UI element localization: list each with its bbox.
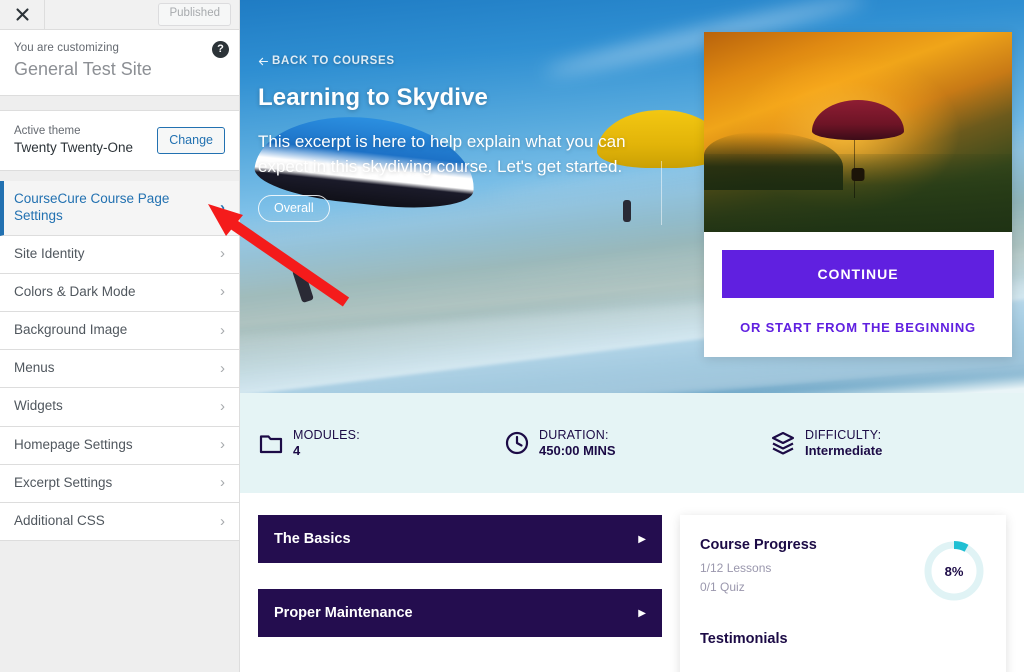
testimonials-title: Testimonials [700, 631, 788, 647]
chevron-right-icon: › [220, 359, 225, 377]
course-progress-card: Course Progress 1/12 Lessons 0/1 Quiz 8% [680, 515, 1006, 672]
progress-info: Course Progress 1/12 Lessons 0/1 Quiz [700, 537, 922, 594]
sidebar-item-label: Background Image [14, 322, 128, 338]
lessons-progress: 1/12 Lessons [700, 561, 772, 575]
stat-value: Intermediate [805, 442, 883, 458]
continue-button[interactable]: CONTINUE [722, 250, 994, 298]
sidebar-item-site-identity[interactable]: Site Identity › [0, 235, 239, 274]
stat-modules: MODULES: 4 [258, 427, 504, 460]
progress-ring: 8% [922, 539, 986, 603]
course-hero: BACK TO COURSES Learning to Skydive This… [240, 0, 1024, 393]
sidebar-item-label: Menus [14, 360, 55, 376]
chevron-right-icon: › [220, 199, 225, 217]
active-theme-text: Active theme Twenty Twenty-One [14, 124, 157, 158]
module-title: The Basics [274, 531, 351, 547]
stat-text: DIFFICULTY: Intermediate [805, 427, 882, 460]
course-featured-image [704, 32, 1012, 232]
sidebar-item-colors-dark-mode[interactable]: Colors & Dark Mode › [0, 273, 239, 313]
overall-badge[interactable]: Overall [258, 195, 330, 223]
course-lower-section: The Basics ▶ Proper Maintenance ▶ Course Pr… [240, 493, 1024, 672]
back-to-courses-link[interactable]: BACK TO COURSES [258, 55, 688, 67]
site-preview: BACK TO COURSES Learning to Skydive This… [240, 0, 1024, 672]
quiz-progress: 0/1 Quiz [700, 580, 745, 594]
stat-duration: DURATION: 450:00 MINS [504, 427, 770, 460]
chevron-right-icon: › [220, 398, 225, 416]
sidebar-item-label: Site Identity [14, 245, 85, 261]
progress-header: Course Progress 1/12 Lessons 0/1 Quiz 8% [700, 537, 986, 603]
sidebar-item-label: Excerpt Settings [14, 474, 113, 490]
stat-difficulty: DIFFICULTY: Intermediate [770, 427, 882, 460]
customizer-panel-list: CourseCure Course Page Settings › Site Ide… [0, 181, 239, 542]
stat-text: DURATION: 450:00 MINS [539, 427, 616, 460]
site-title: General Test Site [14, 59, 152, 79]
course-stats-bar: MODULES: 4 DURATION: 450:00 MINS DIFFICULTY:… [240, 393, 1024, 493]
sidebar-filler [0, 541, 239, 672]
sidebar-item-excerpt-settings[interactable]: Excerpt Settings › [0, 464, 239, 504]
progress-percent: 8% [944, 563, 964, 579]
customizer-app: Published You are customizing General Te… [0, 0, 1024, 672]
course-progress-title: Course Progress [700, 537, 817, 553]
chevron-right-icon: › [220, 283, 225, 301]
sidebar-gap-2 [0, 171, 239, 182]
publish-button[interactable]: Published [158, 3, 231, 26]
close-icon [15, 8, 29, 21]
active-theme-section: Active theme Twenty Twenty-One Change [0, 109, 239, 172]
module-list: The Basics ▶ Proper Maintenance ▶ [258, 515, 662, 672]
sidebar-item-label: Additional CSS [14, 513, 105, 529]
chevron-right-icon: › [220, 474, 225, 492]
chevron-right-icon: › [220, 245, 225, 263]
caret-right-icon: ▶ [638, 607, 646, 619]
arrow-left-icon [258, 57, 269, 65]
start-from-beginning-link[interactable]: OR START FROM THE BEGINNING [722, 320, 994, 335]
course-card-body: CONTINUE OR START FROM THE BEGINNING [704, 232, 1012, 357]
sidebar-item-additional-css[interactable]: Additional CSS › [0, 503, 239, 542]
active-theme-label: Active theme [14, 124, 81, 137]
sidebar-item-coursecure-course-page-settings[interactable]: CourseCure Course Page Settings › [0, 181, 239, 236]
sidebar-topbar: Published [0, 0, 239, 30]
help-icon[interactable]: ? [212, 41, 229, 58]
folder-icon [258, 430, 284, 456]
sidebar-item-label: Widgets [14, 398, 63, 414]
sidebar-item-background-image[interactable]: Background Image › [0, 312, 239, 351]
customizing-header: You are customizing General Test Site ? [0, 30, 239, 96]
course-excerpt: This excerpt is here to help explain wha… [258, 132, 626, 177]
customizing-label: You are customizing [14, 42, 120, 54]
stat-value: 450:00 MINS [539, 442, 616, 458]
customizer-sidebar: Published You are customizing General Te… [0, 0, 240, 672]
sidebar-item-label: Homepage Settings [14, 436, 133, 452]
clock-icon [504, 430, 530, 456]
stat-label: MODULES: [293, 427, 360, 442]
chevron-right-icon: › [220, 436, 225, 454]
sidebar-item-widgets[interactable]: Widgets › [0, 388, 239, 427]
sidebar-item-label: Colors & Dark Mode [14, 283, 136, 299]
module-row[interactable]: The Basics ▶ [258, 515, 662, 563]
stat-value: 4 [293, 442, 301, 458]
module-title: Proper Maintenance [274, 605, 413, 621]
sidebar-item-label: CourseCure Course Page Settings [14, 191, 170, 223]
paraglider-pilot [851, 168, 865, 181]
hero-content: BACK TO COURSES Learning to Skydive This… [258, 55, 688, 223]
layers-icon [770, 430, 796, 456]
sidebar-gap [0, 95, 239, 110]
close-customizer-button[interactable] [0, 0, 45, 29]
chevron-right-icon: › [220, 321, 225, 339]
caret-right-icon: ▶ [638, 533, 646, 545]
sidebar-item-menus[interactable]: Menus › [0, 350, 239, 389]
active-theme-name: Twenty Twenty-One [14, 140, 134, 156]
chevron-right-icon: › [220, 512, 225, 530]
back-to-courses-label: BACK TO COURSES [272, 55, 395, 67]
module-row[interactable]: Proper Maintenance ▶ [258, 589, 662, 637]
stat-text: MODULES: 4 [293, 427, 360, 460]
stat-label: DIFFICULTY: [805, 427, 882, 442]
course-title: Learning to Skydive [258, 84, 488, 111]
sidebar-item-homepage-settings[interactable]: Homepage Settings › [0, 426, 239, 465]
stat-label: DURATION: [539, 427, 609, 442]
change-theme-button[interactable]: Change [157, 126, 225, 155]
course-action-card: CONTINUE OR START FROM THE BEGINNING [704, 32, 1012, 357]
course-sidebar-column: Course Progress 1/12 Lessons 0/1 Quiz 8% [680, 515, 1006, 672]
